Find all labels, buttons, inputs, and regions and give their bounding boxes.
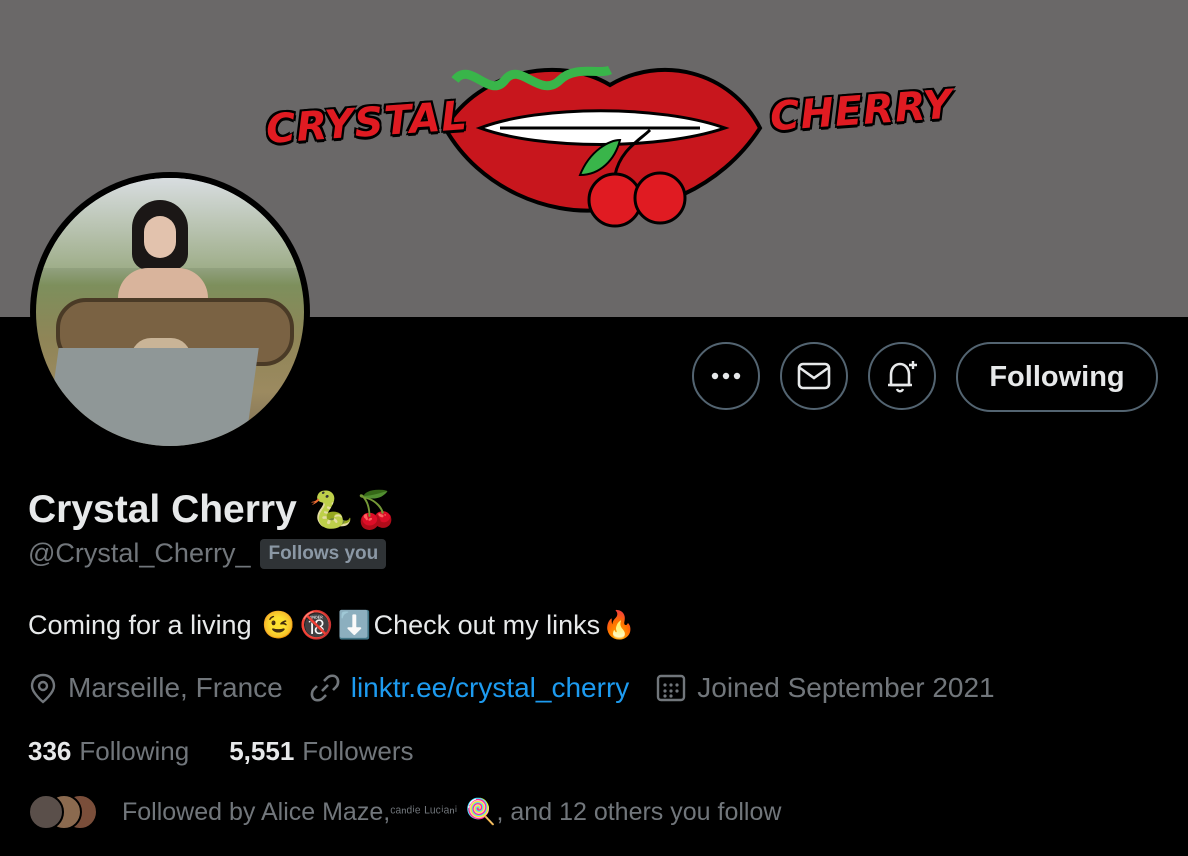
following-count: 336 (28, 736, 72, 766)
link-icon (310, 674, 340, 702)
joined-text: Joined September 2021 (697, 672, 995, 703)
bell-plus-icon (888, 361, 917, 393)
more-button[interactable] (692, 342, 760, 410)
joined-item: Joined September 2021 (655, 672, 995, 704)
notify-button[interactable] (868, 342, 936, 410)
eighteen-plus-emoji: 🔞 (299, 610, 334, 640)
bio-text-2: Check out my links (373, 609, 601, 640)
more-icon (711, 372, 741, 380)
profile-avatar[interactable] (30, 172, 310, 452)
wink-emoji: 😉 (261, 610, 296, 640)
followed-by-prefix: Followed by Alice Maze, (122, 797, 391, 826)
fire-emoji: 🔥 (602, 610, 636, 640)
avatar-photo (36, 178, 304, 446)
follower-avatar-1 (28, 794, 64, 830)
followers-label: Followers (302, 736, 414, 766)
lollipop-emoji: 🍭 (465, 797, 497, 826)
followers-stat[interactable]: 5,551 Followers (229, 736, 413, 767)
profile-meta: Marseille, France linktr.ee/crystal_cher… (28, 672, 1021, 704)
follower-avatars (28, 794, 98, 830)
profile-link[interactable]: linktr.ee/crystal_cherry (351, 672, 630, 704)
profile-name-text: Crystal Cherry (28, 488, 297, 531)
location-icon (30, 673, 56, 704)
followers-count: 5,551 (229, 736, 295, 766)
mail-icon (797, 362, 831, 390)
calendar-icon (657, 674, 686, 702)
followed-by-row[interactable]: Followed by Alice Maze, ᶜᵃⁿᵈⁱᵉ ᴸᵘᶜⁱᵃⁿⁱ 🍭… (28, 794, 781, 830)
profile-name: Crystal Cherry 🐍🍒 (28, 488, 398, 532)
bio-text-1: Coming for a living (28, 609, 252, 640)
following-label: Following (79, 736, 190, 766)
profile-stats: 336 Following 5,551 Followers (28, 736, 454, 767)
following-stat[interactable]: 336 Following (28, 736, 189, 767)
name-emoji: 🐍🍒 (308, 489, 399, 530)
followed-by-name2: ᶜᵃⁿᵈⁱᵉ ᴸᵘᶜⁱᵃⁿⁱ (390, 804, 458, 821)
profile-bio: Coming for a living 😉 🔞 ⬇️ Check out my … (28, 608, 638, 642)
profile-handle: @Crystal_Cherry_ (28, 538, 251, 568)
location-item: Marseille, France (28, 672, 283, 704)
follows-you-badge: Follows you (260, 538, 387, 569)
handle-row: @Crystal_Cherry_ Follows you (28, 538, 387, 569)
location-text: Marseille, France (68, 672, 283, 703)
following-button[interactable]: Following (956, 342, 1158, 412)
link-item: linktr.ee/crystal_cherry (309, 672, 630, 704)
down-arrow-emoji: ⬇️ (337, 610, 372, 640)
message-button[interactable] (780, 342, 848, 410)
followed-by-suffix: , and 12 others you follow (496, 797, 782, 826)
